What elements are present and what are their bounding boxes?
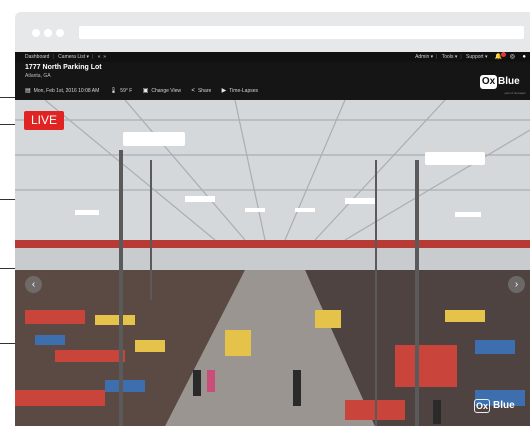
nav-camera-list[interactable]: Camera List ▾ [58,54,89,60]
browser-window: Dashboard | Camera List ▾ | « » Admin ▾ | T… [15,12,530,426]
bell-icon[interactable]: 🔔 [495,52,507,60]
nav-dashboard[interactable]: Dashboard [25,54,49,60]
camera-header: 1777 North Parking Lot Atlanta, GA ▤ Mon,… [15,62,530,100]
camera-app: Dashboard | Camera List ▾ | « » Admin ▾ | T… [15,52,530,426]
share-button[interactable]: < Share [191,88,211,94]
change-view-label: Change View [151,88,182,94]
user-icon[interactable]: ● [522,54,526,60]
time-lapses-label: Time-Lapses [229,88,259,94]
callout-line-5 [0,343,15,344]
window-icon: ▣ [142,88,149,94]
callout-line-4 [0,268,15,269]
globe-icon[interactable]: ◎ [510,54,515,60]
logo-word: Blue [498,76,520,87]
camera-toolbar: ▤ Mon, Feb 1st, 2016 10:08 AM 🌡 59° F ▣ Cha… [25,87,267,94]
chevron-left-icon[interactable]: ‹ [25,276,42,293]
time-lapses-button[interactable]: ▶ Time-Lapses [222,87,258,94]
chevron-right-icon[interactable]: › [508,276,525,293]
nav-prev-camera[interactable]: « [98,54,101,60]
logo-subtitle: part of Hexagon [504,91,526,95]
notification-badge [501,52,507,57]
live-badge: LIVE [24,111,64,130]
window-dot-1 [32,29,40,37]
share-icon: < [191,88,195,94]
oxblue-watermark: Ox Blue [474,399,524,413]
camera-title: 1777 North Parking Lot [25,64,102,71]
camera-location: Atlanta, GA [25,73,51,79]
nav-tools[interactable]: Tools ▾ [442,54,458,60]
temperature-display: 🌡 59° F [110,87,133,94]
browser-chrome [15,12,530,52]
calendar-icon: ▤ [25,88,31,94]
nav-admin[interactable]: Admin ▾ [415,54,433,60]
change-view-button[interactable]: ▣ Change View [143,87,181,94]
share-label: Share [197,88,212,94]
nav-support[interactable]: Support ▾ [466,54,487,60]
temperature-label: 59° F [120,88,133,94]
window-dot-3 [56,29,64,37]
watermark-word: Blue [493,400,515,411]
play-circle-icon: ▶ [221,88,227,94]
watermark-mark: Ox [474,399,490,413]
thermometer-icon: 🌡 [109,88,118,94]
window-dot-2 [44,29,52,37]
callout-line-3 [0,199,15,200]
datetime-label: Mon, Feb 1st, 2016 10:08 AM [33,88,100,94]
oxblue-logo[interactable]: Ox Blue [480,75,526,89]
top-nav: Dashboard | Camera List ▾ | « » Admin ▾ | T… [15,52,530,62]
nav-next-camera[interactable]: » [103,54,106,60]
address-bar[interactable] [79,26,524,39]
store-interior-image [15,100,530,426]
datetime-picker[interactable]: ▤ Mon, Feb 1st, 2016 10:08 AM [25,87,99,94]
logo-mark: Ox [480,75,497,89]
camera-image[interactable]: LIVE ‹ › Ox Blue [15,100,530,426]
